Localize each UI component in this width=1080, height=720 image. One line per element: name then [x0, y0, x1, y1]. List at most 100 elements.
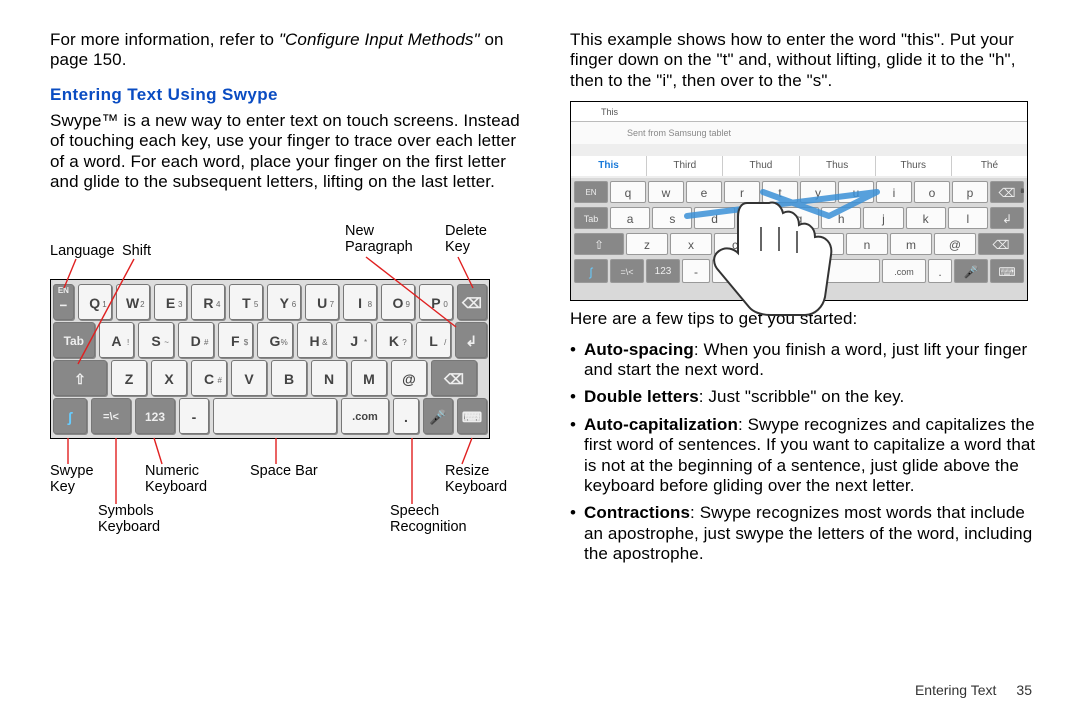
- key-b: b: [802, 233, 844, 255]
- key-@: @: [391, 360, 427, 396]
- backspace-key-icon: ⌫: [990, 181, 1024, 203]
- key-Y: Y6: [267, 284, 301, 320]
- labelled-keyboard: Language Shift New Paragraph Delete Key …: [50, 214, 520, 554]
- label-language: Language: [50, 244, 115, 259]
- tab-key: Tab: [53, 322, 95, 358]
- period-key: .: [928, 259, 952, 283]
- key-w: w2: [648, 181, 684, 203]
- key-O: O9: [381, 284, 415, 320]
- key-a: a: [610, 207, 650, 229]
- label-new-paragraph: New Paragraph: [345, 224, 413, 254]
- label-shift: Shift: [122, 244, 151, 259]
- key-j: j: [863, 207, 903, 229]
- key-n: n: [846, 233, 888, 255]
- label-delete-key: Delete Key: [445, 224, 487, 254]
- space-bar-key: [213, 398, 337, 434]
- dash-key: -: [682, 259, 710, 283]
- key-M: M: [351, 360, 387, 396]
- backspace-key: ⌫: [457, 284, 487, 320]
- key-v: v: [758, 233, 800, 255]
- key-f: f: [737, 207, 777, 229]
- label-space-bar: Space Bar: [250, 464, 318, 479]
- swype-illustration: This Sent from Samsung tablet ThisThirdT…: [570, 101, 1028, 301]
- shift-key: ⇧: [53, 360, 107, 396]
- key-o: o9: [914, 181, 950, 203]
- key-e: e3: [686, 181, 722, 203]
- key-z: z: [626, 233, 668, 255]
- shift-key: ⇧: [574, 233, 624, 255]
- key-W: W2: [116, 284, 150, 320]
- key-S: S~: [138, 322, 174, 358]
- key-D: D#: [178, 322, 214, 358]
- symbols-key: =\<: [91, 398, 131, 434]
- tip-bullet: • Contractions: Swype recognizes most wo…: [570, 503, 1040, 568]
- key-g: g: [779, 207, 819, 229]
- key-r: r4: [724, 181, 760, 203]
- delete-key: ⌫: [978, 233, 1024, 255]
- label-speech-recognition: Speech Recognition: [390, 504, 467, 534]
- numeric-key: 123: [135, 398, 175, 434]
- com-key: .com: [341, 398, 389, 434]
- tip-bullet: • Auto-capitalization: Swype recognizes …: [570, 415, 1040, 501]
- key-I: I8: [343, 284, 377, 320]
- key-l: l: [948, 207, 988, 229]
- key-J: J*: [336, 322, 372, 358]
- mic-key-icon: 🎤: [954, 259, 988, 283]
- key-Q: Q1: [78, 284, 112, 320]
- enter-key: ↲: [455, 322, 487, 358]
- swype-key-icon: ʃ: [574, 259, 608, 283]
- delete-key: ⌫: [431, 360, 477, 396]
- key-V: V: [231, 360, 267, 396]
- tips-intro: Here are a few tips to get you started:: [570, 309, 1040, 329]
- label-swype-key: Swype Key: [50, 464, 94, 494]
- suggestion: This: [571, 156, 646, 176]
- section-heading: Entering Text Using Swype: [50, 85, 520, 105]
- space-bar-key: [712, 259, 880, 283]
- suggestion: Thud: [722, 156, 798, 176]
- key-E: E3: [154, 284, 188, 320]
- key-A: A!: [99, 322, 135, 358]
- key-X: X: [151, 360, 187, 396]
- key-c: c: [714, 233, 756, 255]
- lang-key-icon: EN: [574, 181, 608, 203]
- key-C: C#: [191, 360, 227, 396]
- tip-bullet: • Auto-spacing: When you finish a word, …: [570, 340, 1040, 385]
- ref-line: For more information, refer to "Configur…: [50, 30, 520, 71]
- com-key: .com: [882, 259, 926, 283]
- key-K: K?: [376, 322, 412, 358]
- resize-key: ⌨: [457, 398, 487, 434]
- key-u: u7: [838, 181, 874, 203]
- tab-key: Tab: [574, 207, 608, 229]
- key-F: F$: [218, 322, 254, 358]
- label-numeric-keyboard: Numeric Keyboard: [145, 464, 207, 494]
- suggestion: Third: [646, 156, 722, 176]
- symbols-key: =\<: [610, 259, 644, 283]
- tip-bullet: • Double letters: Just "scribble" on the…: [570, 387, 1040, 411]
- key-Z: Z: [111, 360, 147, 396]
- keyboard-diagram-1: EN▁Q1W2E3R4T5Y6U7I8O9P0⌫ TabA!S~D#F$G%H&…: [50, 279, 490, 439]
- key-k: k: [906, 207, 946, 229]
- key-m: m: [890, 233, 932, 255]
- key-T: T5: [229, 284, 263, 320]
- suggestion: Thus: [799, 156, 875, 176]
- label-resize-keyboard: Resize Keyboard: [445, 464, 507, 494]
- key-p: p0: [952, 181, 988, 203]
- lang-key: EN▁: [53, 284, 74, 320]
- page-footer: Entering Text35: [915, 682, 1032, 698]
- key-i: i8: [876, 181, 912, 203]
- dash-key: -: [179, 398, 209, 434]
- key-q: q1: [610, 181, 646, 203]
- mic-key: 🎤: [423, 398, 453, 434]
- intro-para: Swype™ is a new way to enter text on tou…: [50, 111, 520, 193]
- key-B: B: [271, 360, 307, 396]
- key-d: d: [694, 207, 734, 229]
- period-key: .: [393, 398, 419, 434]
- key-@: @: [934, 233, 976, 255]
- key-P: P0: [419, 284, 453, 320]
- label-symbols-keyboard: Symbols Keyboard: [98, 504, 160, 534]
- key-L: L/: [416, 322, 452, 358]
- key-H: H&: [297, 322, 333, 358]
- key-x: x: [670, 233, 712, 255]
- numeric-key: 123: [646, 259, 680, 283]
- key-R: R4: [191, 284, 225, 320]
